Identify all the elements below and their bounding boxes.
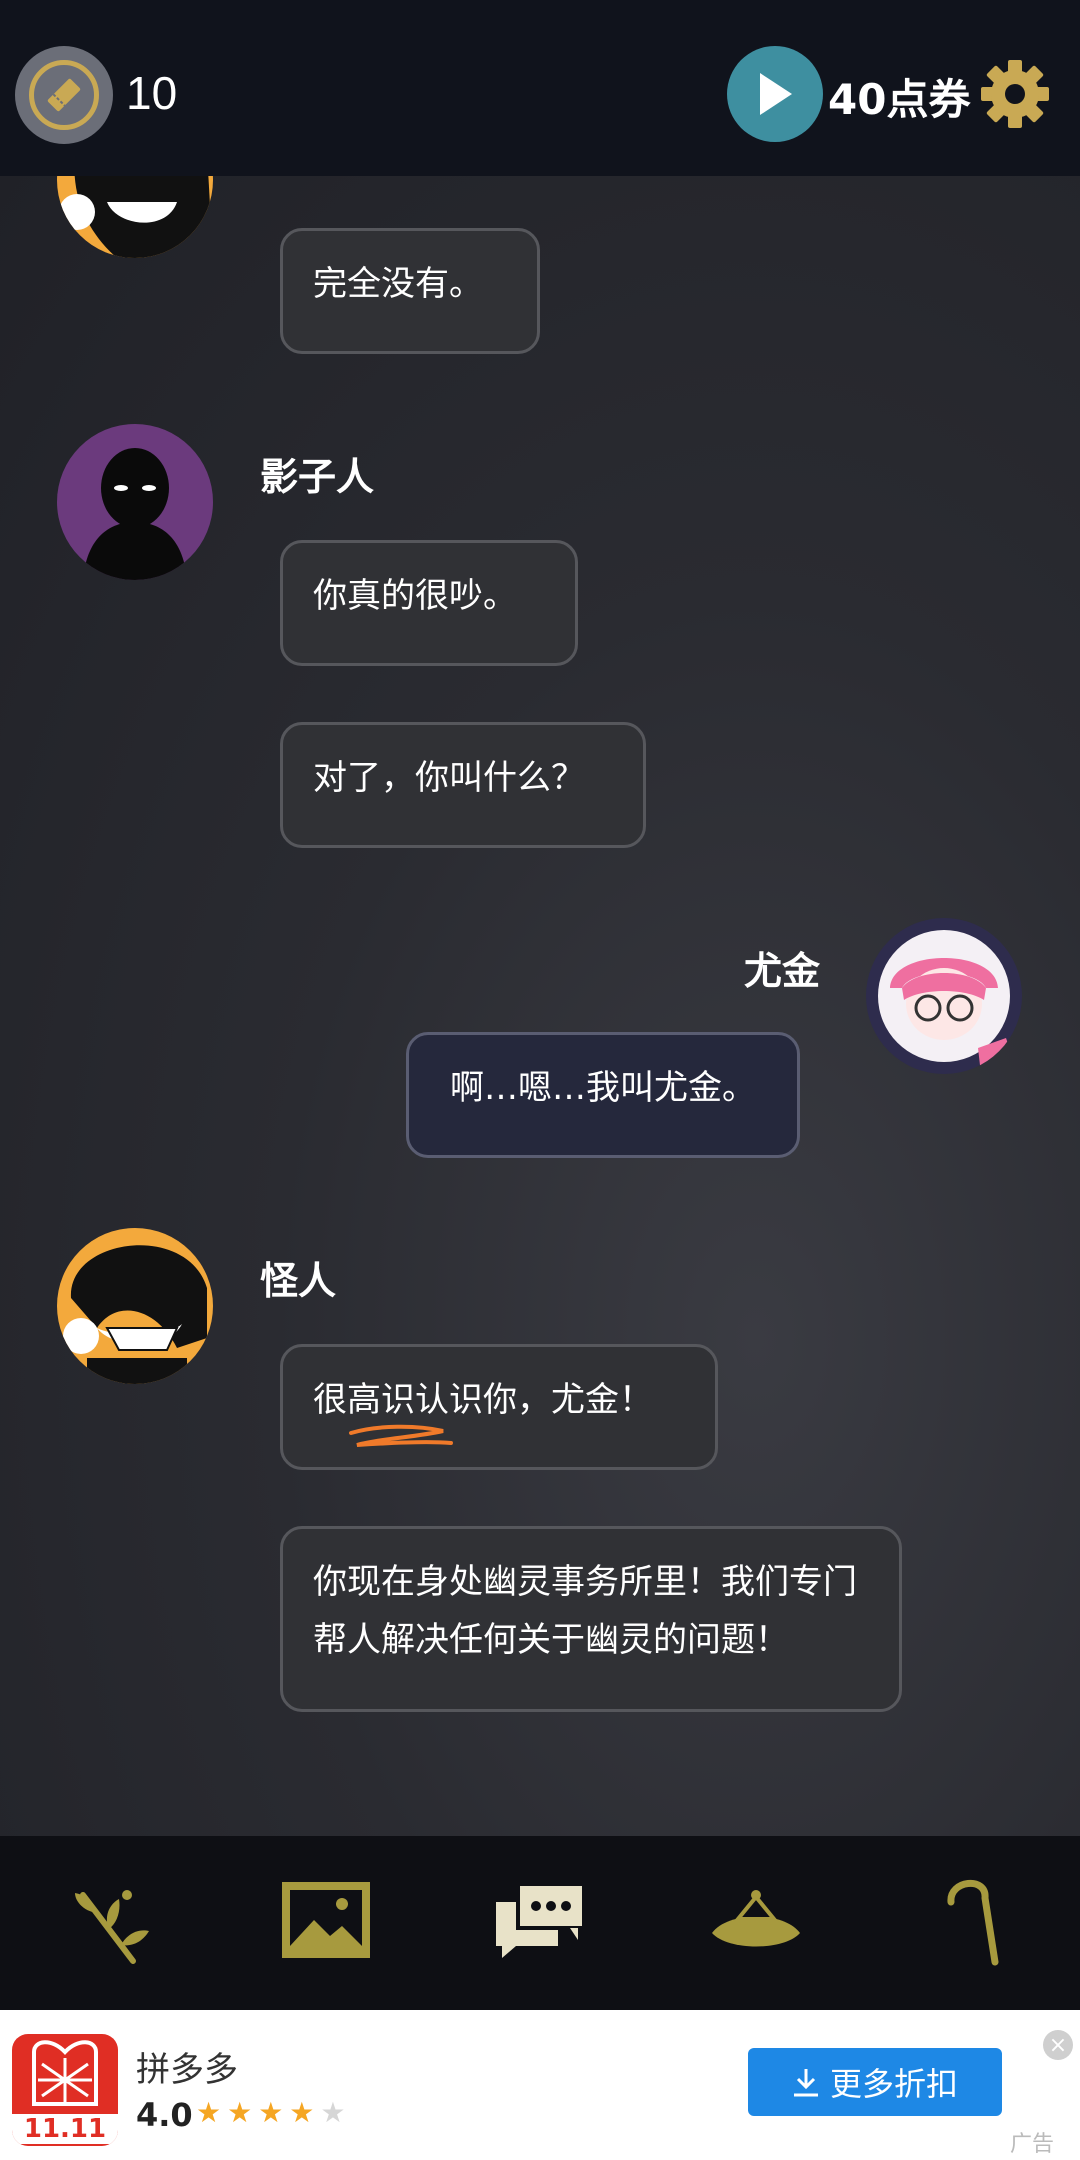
nav-chat[interactable] xyxy=(490,1870,590,1970)
play-icon xyxy=(760,73,792,115)
message-bubble[interactable]: 啊…嗯…我叫尤金。 xyxy=(406,1032,800,1158)
coupon-count: 40点券 xyxy=(828,75,971,124)
message-text: 对了，你叫什么？ xyxy=(313,758,585,798)
message-bubble[interactable]: 完全没有。 xyxy=(280,228,540,354)
branch-icon xyxy=(75,1890,149,1964)
watch-video-button[interactable] xyxy=(727,46,823,142)
chat-icon xyxy=(496,1882,586,1958)
more-discount-button[interactable]: 更多折扣 xyxy=(748,2048,1002,2116)
shadow-man-avatar[interactable] xyxy=(57,424,213,580)
download-icon xyxy=(793,2069,818,2097)
orange-underline-mark xyxy=(349,1424,453,1447)
app-name: 拼多多 xyxy=(136,2050,238,2090)
eugene-avatar[interactable] xyxy=(866,918,1022,1074)
close-icon[interactable]: × xyxy=(1043,2030,1073,2060)
settings-button[interactable] xyxy=(979,58,1051,130)
hat-icon xyxy=(712,1890,800,1947)
gear-icon xyxy=(981,60,1049,128)
chat-area[interactable]: 完全没有。 影子人 你真的很吵。 对了，你叫什么？ 尤金 啊…嗯…我叫尤金。 怪… xyxy=(0,176,1080,1836)
rating-stars-icon: ★★★★★ xyxy=(196,2096,352,2129)
sender-name: 尤金 xyxy=(744,949,821,993)
ticket-button[interactable] xyxy=(15,46,113,144)
picture-icon xyxy=(282,1882,370,1958)
message-bubble[interactable]: 你现在身处幽灵事务所里！我们专门帮人解决任何关于幽灵的问题！ xyxy=(280,1526,902,1712)
message-text: 完全没有。 xyxy=(313,264,483,304)
weirdo-avatar[interactable] xyxy=(57,1228,213,1384)
nav-gallery[interactable] xyxy=(276,1870,376,1970)
sender-name xyxy=(262,176,275,180)
ad-label: 广告 xyxy=(1010,2132,1055,2157)
message-text: 你现在身处幽灵事务所里！我们专门帮人解决任何关于幽灵的问题！ xyxy=(313,1562,857,1660)
ticket-icon xyxy=(29,60,99,130)
message-bubble[interactable]: 对了，你叫什么？ xyxy=(280,722,646,848)
more-discount-label: 更多折扣 xyxy=(829,2065,958,2103)
message-text: 你真的很吵。 xyxy=(313,576,517,616)
weirdo-avatar[interactable] xyxy=(57,176,213,258)
ticket-count: 10 xyxy=(126,67,178,119)
ad-banner[interactable]: 11.11 拼多多 4.0 ★★★★★ 更多折扣 xyxy=(0,2010,1080,2160)
app-icon[interactable]: 11.11 xyxy=(12,2034,118,2146)
message-bubble[interactable]: 很高识认识你，尤金！ xyxy=(280,1344,718,1470)
sender-name: 怪人 xyxy=(260,1259,337,1303)
nav-branch[interactable] xyxy=(58,1870,158,1970)
message-bubble[interactable]: 你真的很吵。 xyxy=(280,540,578,666)
top-bar: 10 40点券 xyxy=(0,0,1080,176)
sender-name: 影子人 xyxy=(260,455,375,499)
cane-icon xyxy=(947,1880,999,1966)
app-rating: 4.0 xyxy=(136,2096,193,2134)
message-text: 啊…嗯…我叫尤金。 xyxy=(450,1068,756,1108)
bottom-nav xyxy=(0,1836,1080,2010)
nav-hat[interactable] xyxy=(706,1870,806,1970)
app-icon-label: 11.11 xyxy=(12,2114,118,2144)
nav-cane[interactable] xyxy=(922,1870,1022,1970)
message-text: 很高识认识你，尤金！ xyxy=(313,1380,653,1420)
